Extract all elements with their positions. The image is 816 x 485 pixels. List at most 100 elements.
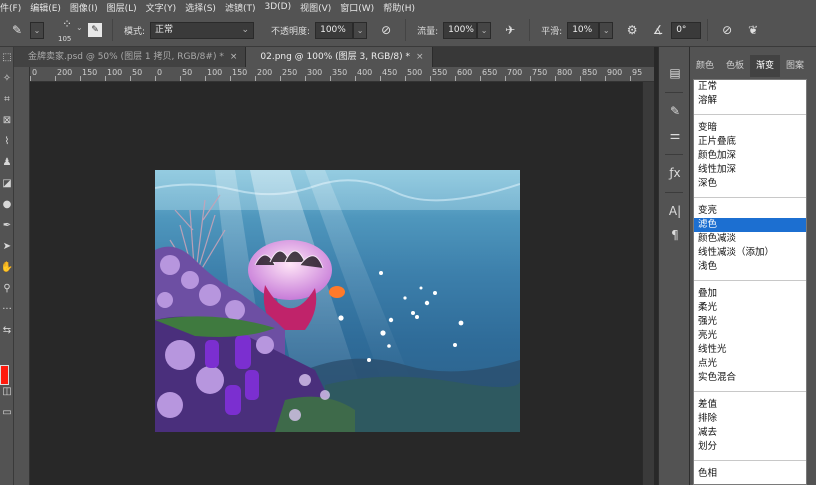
blend-option[interactable]: 线性减淡（添加） — [694, 246, 806, 260]
eyedropper-tool-icon[interactable]: ⌇ — [0, 131, 14, 152]
blend-option[interactable]: 浅色 — [694, 260, 806, 274]
menu-file[interactable]: 件(F) — [0, 1, 21, 14]
divider — [529, 19, 531, 41]
ruler-label: 0 — [32, 68, 38, 77]
brush-tool-icon[interactable]: ✎ — [8, 21, 26, 39]
blend-option[interactable]: 变暗 — [694, 121, 806, 135]
blend-option[interactable]: 颜色加深 — [694, 149, 806, 163]
ruler-tick — [130, 76, 131, 81]
opacity-dropdown[interactable]: ⌄ — [353, 21, 368, 39]
tool-preset-dropdown[interactable]: ⌄ — [30, 21, 44, 39]
hand-tool-icon[interactable]: ✋ — [0, 257, 14, 278]
divider — [707, 19, 709, 41]
ruler-tick — [555, 76, 556, 81]
airbrush-icon[interactable]: ✈ — [501, 21, 519, 39]
path-selection-tool-icon[interactable]: ➤ — [0, 236, 14, 257]
blend-option[interactable]: 正片叠底 — [694, 135, 806, 149]
tab-label: 02.png @ 100% (图层 3, RGB/8) * — [260, 52, 410, 62]
blend-option-selected[interactable]: 滤色 — [694, 218, 806, 232]
pressure-size-icon[interactable]: ⊘ — [718, 21, 736, 39]
menu-filter[interactable]: 滤镜(T) — [225, 1, 256, 14]
blend-option[interactable]: 叠加 — [694, 287, 806, 301]
blend-option[interactable]: 点光 — [694, 357, 806, 371]
screen-mode-icon[interactable]: ▭ — [0, 402, 14, 423]
swap-colors-icon[interactable]: ⇆ — [0, 320, 14, 341]
vertical-ruler[interactable] — [14, 67, 30, 485]
brush-preset-picker[interactable]: ⁘ 105 ⌄ — [50, 15, 84, 45]
menu-3d[interactable]: 3D(D) — [264, 2, 291, 12]
divider — [665, 185, 683, 193]
tab-swatches[interactable]: 色板 — [720, 55, 750, 77]
ruler-tick — [430, 76, 431, 81]
panel-tabs: 颜色 色板 渐变 图案 — [690, 55, 816, 77]
history-panel-icon[interactable]: ▤ — [659, 61, 691, 85]
menu-view[interactable]: 视图(V) — [300, 1, 331, 14]
flow-input[interactable]: 100% — [443, 21, 478, 39]
paragraph-panel-icon[interactable]: ¶ — [659, 223, 691, 247]
zoom-tool-icon[interactable]: ⚲ — [0, 278, 14, 299]
ruler-label: 150 — [82, 68, 98, 77]
ruler-label: 250 — [282, 68, 298, 77]
mode-select[interactable]: 正常 ⌄ — [150, 21, 255, 39]
menu-help[interactable]: 帮助(H) — [383, 1, 415, 14]
foreground-color-swatch[interactable] — [0, 365, 9, 385]
blend-option[interactable]: 排除 — [694, 412, 806, 426]
tab-gradients[interactable]: 渐变 — [750, 55, 781, 77]
pressure-opacity-icon[interactable]: ⊘ — [377, 21, 395, 39]
blend-option[interactable]: 正常 — [694, 80, 806, 94]
opacity-input[interactable]: 100% — [315, 21, 354, 39]
pen-tool-icon[interactable]: ✒ — [0, 215, 14, 236]
crop-tool-icon[interactable]: ⌗ — [0, 89, 14, 110]
more-tools-icon[interactable]: ··· — [0, 299, 14, 320]
menu-type[interactable]: 文字(Y) — [146, 1, 177, 14]
blend-option[interactable]: 深色 — [694, 177, 806, 191]
underwater-image[interactable] — [155, 170, 520, 432]
blend-option[interactable]: 划分 — [694, 440, 806, 454]
angle-input[interactable]: 0° — [671, 21, 702, 39]
stamp-tool-icon[interactable]: ♟ — [0, 152, 14, 173]
blend-option[interactable]: 减去 — [694, 426, 806, 440]
brush-panel-icon[interactable]: ✎ — [659, 99, 691, 123]
menu-layer[interactable]: 图层(L) — [107, 1, 137, 14]
blend-option[interactable]: 色相 — [694, 467, 806, 481]
adjustments-panel-icon[interactable]: ⚌ — [659, 123, 691, 147]
ruler-label: 500 — [407, 68, 423, 77]
blend-option[interactable]: 差值 — [694, 398, 806, 412]
ruler-tick — [580, 76, 581, 81]
magic-wand-tool-icon[interactable]: ✧ — [0, 68, 14, 89]
blur-tool-icon[interactable]: ● — [0, 194, 14, 215]
eraser-tool-icon[interactable]: ◪ — [0, 173, 14, 194]
tab-patterns[interactable]: 图案 — [780, 55, 810, 77]
gear-icon[interactable]: ⚙ — [623, 21, 641, 39]
menu-edit[interactable]: 编辑(E) — [30, 1, 61, 14]
symmetry-icon[interactable]: ❦ — [744, 21, 762, 39]
horizontal-ruler[interactable]: 0 200 150 100 50 0 50 100 150 200 250 300 350 400 450 5… — [30, 67, 654, 82]
tab-color[interactable]: 颜色 — [690, 55, 720, 77]
blend-option[interactable]: 柔光 — [694, 301, 806, 315]
frame-tool-icon[interactable]: ⊠ — [0, 110, 14, 131]
marquee-tool-icon[interactable]: ⬚ — [0, 47, 14, 68]
blend-option[interactable]: 亮光 — [694, 329, 806, 343]
close-icon[interactable]: × — [230, 52, 238, 62]
styles-panel-icon[interactable]: ƒx — [659, 161, 691, 185]
blend-option[interactable]: 溶解 — [694, 94, 806, 108]
brush-settings-icon[interactable]: ✎ — [88, 23, 102, 37]
blend-option[interactable]: 颜色减淡 — [694, 232, 806, 246]
character-panel-icon[interactable]: A| — [659, 199, 691, 223]
flow-dropdown[interactable]: ⌄ — [477, 21, 492, 39]
blend-option[interactable]: 线性光 — [694, 343, 806, 357]
smoothing-input[interactable]: 10% — [567, 21, 600, 39]
tab-jinpai-psd[interactable]: 金牌卖家.psd @ 50% (图层 1 拷贝, RGB/8#) * × — [14, 47, 247, 67]
menu-select[interactable]: 选择(S) — [185, 1, 216, 14]
close-icon[interactable]: × — [416, 52, 424, 62]
smoothing-dropdown[interactable]: ⌄ — [599, 21, 614, 39]
blend-option[interactable]: 线性加深 — [694, 163, 806, 177]
blend-option[interactable]: 实色混合 — [694, 371, 806, 385]
tab-02-png[interactable]: 02.png @ 100% (图层 3, RGB/8) * × — [246, 47, 433, 67]
ruler-label: 300 — [307, 68, 323, 77]
vertical-scrollbar[interactable] — [642, 82, 654, 485]
blend-option[interactable]: 强光 — [694, 315, 806, 329]
menu-image[interactable]: 图像(I) — [70, 1, 98, 14]
blend-option[interactable]: 变亮 — [694, 204, 806, 218]
menu-window[interactable]: 窗口(W) — [340, 1, 374, 14]
